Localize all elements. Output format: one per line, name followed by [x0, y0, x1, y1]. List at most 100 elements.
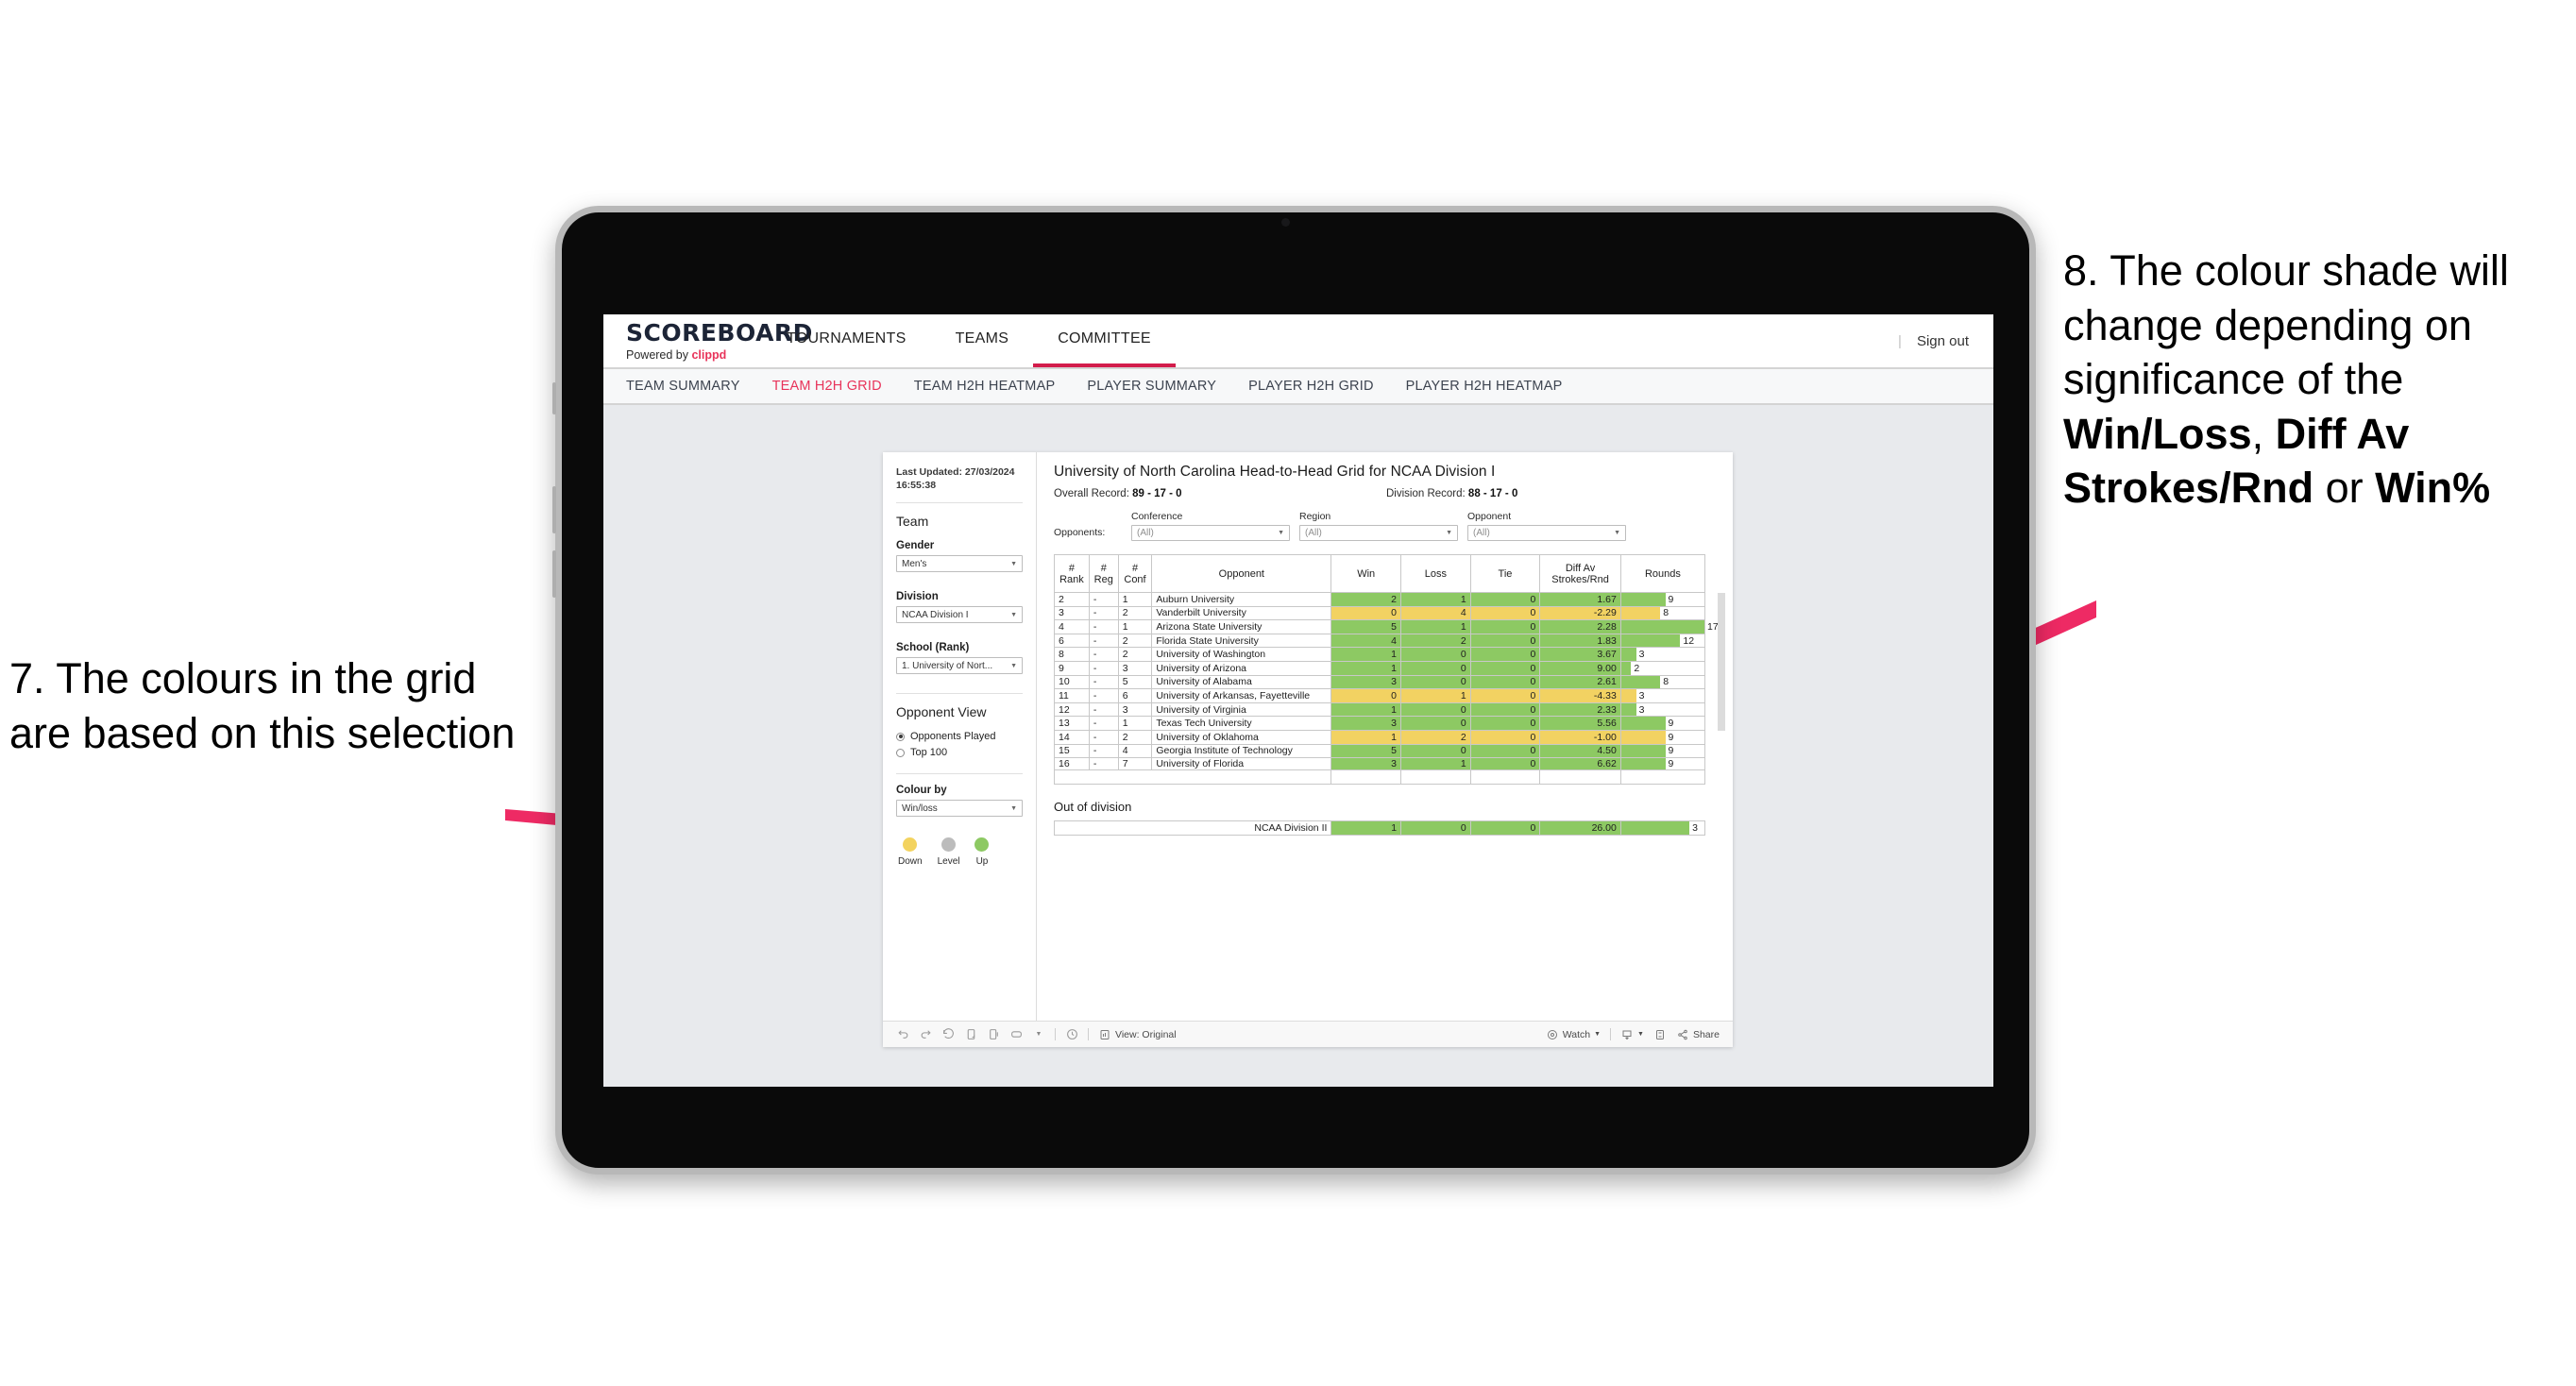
- subtab-team-h2h-grid[interactable]: TEAM H2H GRID: [772, 379, 882, 394]
- sign-out-link[interactable]: Sign out: [1917, 333, 1969, 349]
- volume-up-button[interactable]: [552, 486, 556, 533]
- cell-opponent: University of Alabama: [1151, 674, 1332, 690]
- opponent-filter-select[interactable]: (All) ▼: [1467, 525, 1626, 541]
- region-filter-select[interactable]: (All) ▼: [1299, 525, 1458, 541]
- annotation-8-part1: 8. The colour shade will change dependin…: [2063, 246, 2509, 404]
- undo-icon[interactable]: [896, 1028, 909, 1041]
- colour-by-select[interactable]: Win/loss ▼: [896, 800, 1023, 818]
- table-row[interactable]: 15-4 Georgia Institute of Technology 5 0 0 4.…: [1054, 743, 1706, 759]
- table-row[interactable]: 8-2 University of Washington 1 0 0 3.67 3: [1054, 647, 1706, 662]
- th-tie[interactable]: Tie: [1469, 554, 1541, 593]
- nav-tab-tournaments[interactable]: TOURNAMENTS: [762, 314, 931, 367]
- th-opponent[interactable]: Opponent: [1151, 554, 1332, 593]
- table-row[interactable]: 2-1 Auburn University 2 1 0 1.67 9: [1054, 592, 1706, 607]
- table-row[interactable]: 10-5 University of Alabama 3 0 0 2.61 8: [1054, 674, 1706, 690]
- chevron-down-icon[interactable]: ▼: [1032, 1028, 1045, 1041]
- th-loss[interactable]: Loss: [1400, 554, 1471, 593]
- th-win[interactable]: Win: [1330, 554, 1402, 593]
- pan-icon[interactable]: [1009, 1028, 1023, 1041]
- view-original-button[interactable]: View: Original: [1098, 1028, 1177, 1041]
- cell-tie: 0: [1469, 729, 1541, 745]
- pause-refresh-icon[interactable]: [987, 1028, 1000, 1041]
- cell-conf: 3: [1117, 701, 1153, 718]
- cell-rank: 3: [1054, 605, 1090, 621]
- th-conf[interactable]: # Conf: [1117, 554, 1153, 593]
- cell-rounds: 3: [1619, 647, 1706, 662]
- nav-tab-teams[interactable]: TEAMS: [931, 314, 1034, 367]
- chevron-down-icon: ▼: [1010, 611, 1017, 618]
- school-rank-select[interactable]: 1. University of Nort... ▼: [896, 657, 1023, 675]
- divider-1: [896, 502, 1023, 504]
- cell-loss: 0: [1400, 701, 1471, 718]
- redo-icon[interactable]: [919, 1028, 932, 1041]
- cell-opponent: Vanderbilt University: [1151, 605, 1332, 621]
- cell-loss: 2: [1400, 633, 1471, 649]
- download-button[interactable]: ▼: [1620, 1028, 1644, 1041]
- table-row[interactable]: 16-7 University of Florida 3 1 0 6.62 9: [1054, 757, 1706, 771]
- cell-diff: 1.67: [1539, 592, 1621, 607]
- gender-select[interactable]: Men's ▼: [896, 555, 1023, 573]
- table-row[interactable]: 4-1 Arizona State University 5 1 0 2.28 17: [1054, 619, 1719, 634]
- cell-rounds: 9: [1619, 729, 1706, 745]
- cell-conf: 1: [1117, 592, 1153, 607]
- volume-down-button[interactable]: [552, 550, 556, 598]
- cell-loss: 0: [1400, 743, 1471, 759]
- cell-rounds-value: 12: [1683, 634, 1695, 647]
- cell-rank: 16: [1054, 757, 1090, 771]
- cell-diff: -4.33: [1539, 688, 1621, 703]
- table-row[interactable]: 11-6 University of Arkansas, Fayetteville…: [1054, 688, 1706, 703]
- pause-auto-update-icon[interactable]: [1065, 1028, 1078, 1041]
- refresh-icon[interactable]: [964, 1028, 977, 1041]
- cell-tie: 0: [1469, 633, 1541, 649]
- cell-reg: -: [1088, 743, 1119, 759]
- ood-rounds-value: 3: [1692, 821, 1698, 834]
- cell-reg: -: [1088, 647, 1119, 662]
- watch-button[interactable]: Watch ▼: [1546, 1028, 1601, 1041]
- division-select[interactable]: NCAA Division I ▼: [896, 606, 1023, 624]
- division-record: Division Record: 88 - 17 - 0: [1386, 488, 1517, 499]
- subtab-player-summary[interactable]: PLAYER SUMMARY: [1087, 379, 1216, 394]
- th-rounds[interactable]: Rounds: [1619, 554, 1706, 593]
- power-button[interactable]: [552, 382, 556, 414]
- nav-tab-committee[interactable]: COMMITTEE: [1033, 314, 1176, 367]
- radio-top-100[interactable]: Top 100: [896, 747, 1023, 758]
- fullscreen-icon[interactable]: [1653, 1028, 1667, 1041]
- revert-icon[interactable]: [941, 1028, 955, 1041]
- cell-rounds-value: 9: [1668, 731, 1674, 743]
- table-row[interactable]: 14-2 University of Oklahoma 1 2 0 -1.00 9: [1054, 729, 1706, 745]
- th-rank[interactable]: # Rank: [1054, 554, 1090, 593]
- cell-opponent: Texas Tech University: [1151, 716, 1332, 731]
- brand-subtitle-accent: clippd: [691, 347, 727, 362]
- brand-logo[interactable]: SCOREBOARD Powered by clippd: [603, 314, 812, 367]
- cell-rounds-value: 8: [1663, 607, 1669, 619]
- colour-by-label: Colour by: [896, 785, 947, 797]
- conference-filter-value: (All): [1137, 528, 1154, 538]
- conference-filter-select[interactable]: (All) ▼: [1131, 525, 1290, 541]
- sign-out-area: | Sign out: [1898, 314, 1993, 367]
- cell-rounds: 9: [1619, 592, 1706, 607]
- cell-diff: 2.33: [1539, 701, 1621, 718]
- th-conf-line1: #: [1131, 562, 1139, 574]
- cell-rank: 9: [1054, 660, 1090, 676]
- th-diff[interactable]: Diff Av Strokes/Rnd: [1539, 554, 1621, 593]
- cell-tie: 0: [1469, 619, 1541, 634]
- conference-filter-label: Conference: [1131, 511, 1183, 522]
- cell-tie: 0: [1469, 757, 1541, 771]
- table-row[interactable]: 6-2 Florida State University 4 2 0 1.83 12: [1054, 633, 1706, 649]
- subtab-player-h2h-grid[interactable]: PLAYER H2H GRID: [1248, 379, 1373, 394]
- table-vertical-scrollbar[interactable]: [1718, 593, 1725, 731]
- cell-diff: 2.61: [1539, 674, 1621, 690]
- table-row[interactable]: 13-1 Texas Tech University 3 0 0 5.56 9: [1054, 716, 1706, 731]
- cell-conf: 7: [1117, 757, 1153, 771]
- table-row[interactable]: 12-3 University of Virginia 1 0 0 2.33 3: [1054, 701, 1706, 718]
- table-row[interactable]: 9-3 University of Arizona 1 0 0 9.00 2: [1054, 660, 1706, 676]
- th-reg[interactable]: # Reg: [1088, 554, 1119, 593]
- share-button[interactable]: Share: [1676, 1028, 1720, 1041]
- table-row[interactable]: 3-2 Vanderbilt University 0 4 0 -2.29 8: [1054, 605, 1706, 621]
- radio-opponents-played[interactable]: Opponents Played: [896, 731, 1023, 742]
- subtab-team-h2h-heatmap[interactable]: TEAM H2H HEATMAP: [914, 379, 1056, 394]
- subtab-team-summary[interactable]: TEAM SUMMARY: [626, 379, 740, 394]
- subtab-player-h2h-heatmap[interactable]: PLAYER H2H HEATMAP: [1406, 379, 1563, 394]
- cell-reg: -: [1088, 701, 1119, 718]
- secondary-nav: TEAM SUMMARY TEAM H2H GRID TEAM H2H HEAT…: [603, 369, 1993, 405]
